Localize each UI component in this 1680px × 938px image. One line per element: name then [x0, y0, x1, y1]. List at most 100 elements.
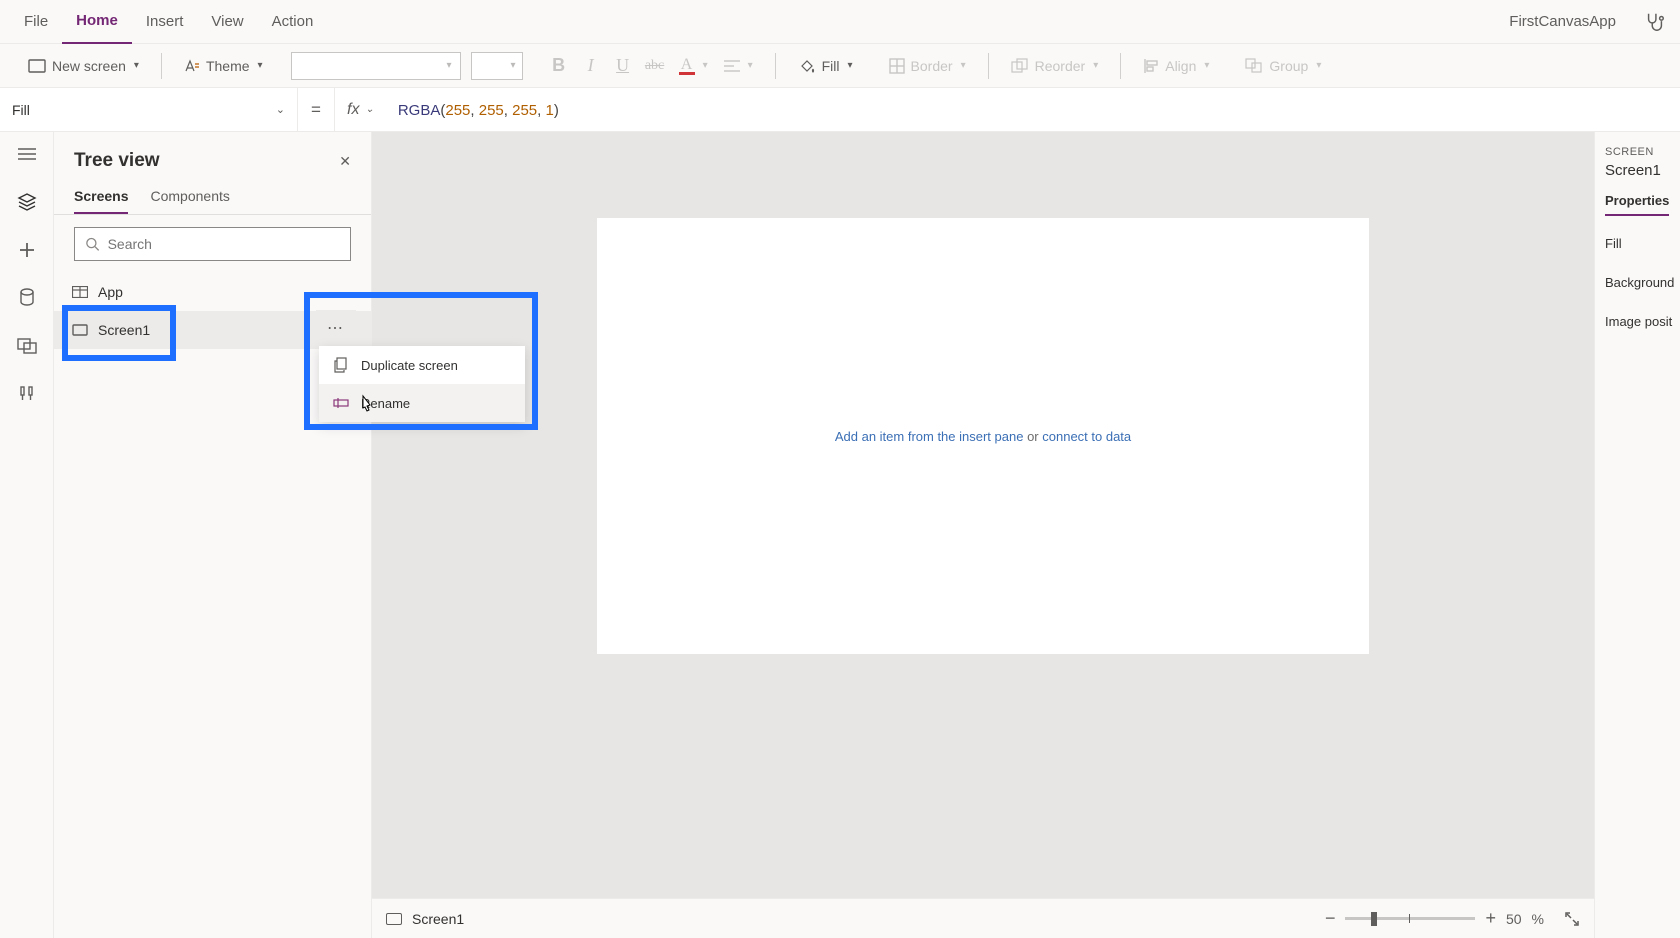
insert-icon[interactable]	[15, 238, 39, 262]
menu-insert[interactable]: Insert	[132, 0, 198, 44]
chevron-down-icon: ▾	[1093, 60, 1098, 71]
chevron-down-icon: ▾	[748, 60, 753, 71]
font-family-dropdown[interactable]: ▾	[291, 52, 461, 80]
prop-row-fill[interactable]: Fill	[1605, 236, 1670, 251]
zoom-unit: %	[1532, 911, 1544, 927]
screen-icon	[72, 322, 88, 338]
chevron-down-icon: ▾	[134, 60, 139, 71]
more-options-button[interactable]: ⋯	[316, 310, 356, 346]
menu-view[interactable]: View	[197, 0, 257, 44]
theme-button[interactable]: Theme ▾	[176, 50, 271, 82]
reorder-label: Reorder	[1035, 58, 1086, 74]
group-label: Group	[1269, 58, 1308, 74]
property-name: Fill	[12, 102, 30, 118]
tree-item-label: App	[98, 284, 123, 300]
canvas-hint-or: or	[1023, 429, 1042, 444]
tree-item-label: Screen1	[98, 322, 150, 338]
menu-home[interactable]: Home	[62, 0, 132, 44]
ctx-rename[interactable]: Rename	[319, 384, 525, 422]
ctx-duplicate-screen[interactable]: Duplicate screen	[319, 346, 525, 384]
separator	[1120, 53, 1121, 79]
fill-label: Fill	[822, 58, 840, 74]
chevron-down-icon: ▾	[1204, 60, 1209, 71]
border-button[interactable]: Border ▾	[881, 50, 974, 82]
properties-panel: SCREEN Screen1 Properties Fill Backgroun…	[1594, 132, 1680, 938]
app-name-label: FirstCanvasApp	[1509, 13, 1626, 30]
chevron-down-icon: ▾	[1316, 60, 1321, 71]
advanced-tools-icon[interactable]	[15, 382, 39, 406]
border-label: Border	[911, 58, 953, 74]
text-align-button[interactable]: ▾	[716, 50, 761, 82]
zoom-slider[interactable]	[1345, 917, 1475, 920]
tree-view-icon[interactable]	[15, 190, 39, 214]
formula-fn: RGBA	[398, 102, 441, 119]
chevron-down-icon: ▾	[961, 60, 966, 71]
reorder-button[interactable]: Reorder ▾	[1003, 50, 1107, 82]
chevron-down-icon: ▾	[703, 60, 708, 71]
tree-view-panel: Tree view ✕ Screens Components App	[54, 132, 372, 938]
canvas-hint-link-insert[interactable]: Add an item from the insert pane	[835, 429, 1024, 444]
separator	[775, 53, 776, 79]
font-size-dropdown[interactable]: ▾	[471, 52, 523, 80]
rename-icon	[333, 395, 349, 411]
zoom-in-button[interactable]: +	[1485, 908, 1496, 929]
search-input[interactable]	[74, 227, 351, 261]
props-tab-properties[interactable]: Properties	[1605, 193, 1669, 216]
copy-icon	[333, 357, 349, 373]
fit-to-window-icon[interactable]	[1564, 911, 1580, 927]
menu-bar: File Home Insert View Action FirstCanvas…	[0, 0, 1680, 44]
fx-button[interactable]: fx ⌄	[334, 88, 386, 132]
chevron-down-icon: ▾	[848, 60, 853, 71]
screen-icon	[386, 913, 402, 925]
props-heading: SCREEN	[1605, 146, 1670, 158]
menu-action[interactable]: Action	[258, 0, 328, 44]
data-icon[interactable]	[15, 286, 39, 310]
property-dropdown[interactable]: Fill ⌄	[0, 88, 298, 132]
props-object-name: Screen1	[1605, 162, 1670, 179]
separator	[161, 53, 162, 79]
separator	[988, 53, 989, 79]
search-field[interactable]	[108, 236, 340, 252]
tree-view-title: Tree view	[74, 150, 160, 172]
hamburger-icon[interactable]	[15, 142, 39, 166]
chevron-down-icon: ⌄	[365, 104, 373, 115]
zoom-value: 50	[1506, 911, 1522, 927]
search-icon	[85, 236, 100, 252]
close-icon[interactable]: ✕	[339, 153, 351, 170]
status-bar: Screen1 − + 50 %	[372, 898, 1594, 938]
prop-row-background[interactable]: Background	[1605, 275, 1670, 290]
chevron-down-icon: ▾	[258, 60, 263, 71]
font-color-button[interactable]: A ▾	[671, 50, 716, 82]
group-button[interactable]: Group ▾	[1237, 50, 1329, 82]
canvas-hint-link-data[interactable]: connect to data	[1042, 429, 1131, 444]
context-menu: Duplicate screen Rename	[319, 346, 525, 422]
app-checker-icon[interactable]	[1640, 7, 1670, 37]
new-screen-label: New screen	[52, 58, 126, 74]
bold-button[interactable]: B	[543, 55, 575, 76]
app-icon	[72, 284, 88, 300]
formula-bar: Fill ⌄ = fx ⌄ RGBA(255, 255, 255, 1)	[0, 88, 1680, 132]
media-icon[interactable]	[15, 334, 39, 358]
status-screen-name: Screen1	[412, 911, 464, 927]
tree-item-app[interactable]: App	[54, 273, 371, 311]
underline-button[interactable]: U	[607, 55, 639, 76]
tab-screens[interactable]: Screens	[74, 180, 128, 214]
align-button[interactable]: Align ▾	[1135, 50, 1217, 82]
theme-label: Theme	[206, 58, 250, 74]
tab-components[interactable]: Components	[150, 180, 229, 214]
equals-sign: =	[298, 100, 334, 120]
italic-button[interactable]: I	[575, 55, 607, 76]
prop-row-image-position[interactable]: Image posit	[1605, 314, 1670, 329]
design-canvas[interactable]: Add an item from the insert pane or conn…	[597, 218, 1369, 654]
new-screen-button[interactable]: New screen ▾	[20, 50, 147, 82]
tree-tabs: Screens Components	[54, 180, 371, 215]
chevron-down-icon: ⌄	[276, 103, 285, 116]
left-rail	[0, 132, 54, 938]
strikethrough-button[interactable]: abc	[639, 58, 671, 74]
align-label: Align	[1165, 58, 1196, 74]
zoom-out-button[interactable]: −	[1325, 908, 1336, 929]
formula-input[interactable]: RGBA(255, 255, 255, 1)	[386, 101, 559, 119]
ctx-item-label: Rename	[361, 396, 410, 411]
menu-file[interactable]: File	[10, 0, 62, 44]
fill-button[interactable]: Fill ▾	[790, 50, 861, 82]
